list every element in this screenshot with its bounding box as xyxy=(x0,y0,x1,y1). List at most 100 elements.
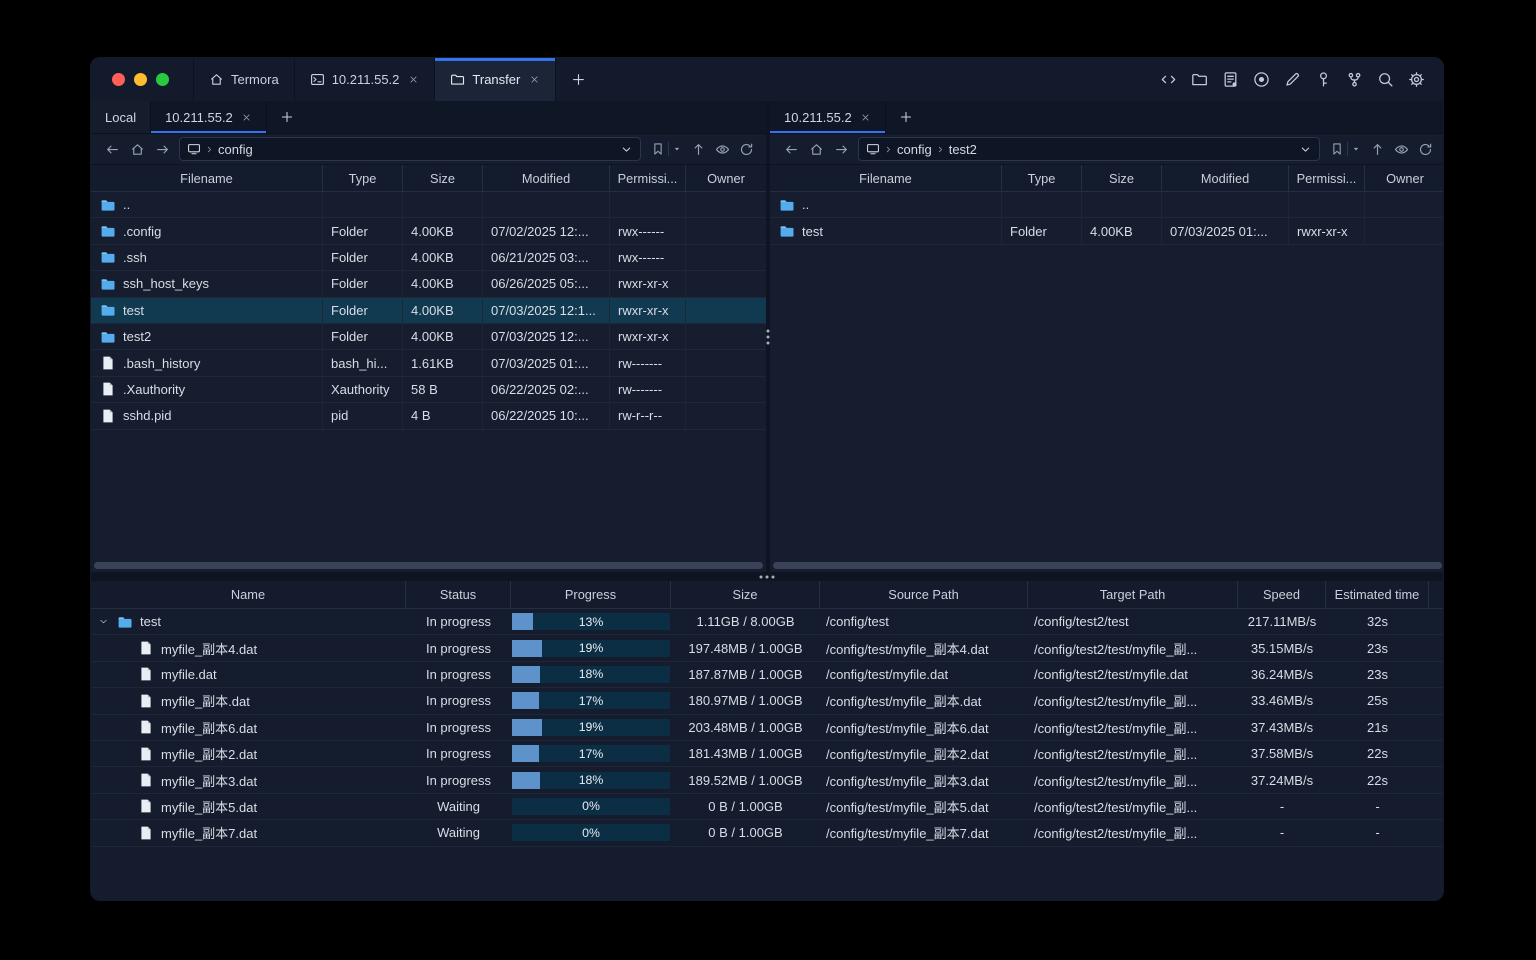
zoom-window-button[interactable] xyxy=(156,73,169,86)
bookmark-button[interactable] xyxy=(1330,142,1361,156)
parent-directory-button[interactable] xyxy=(691,142,706,157)
column-header-estimated-time[interactable]: Estimated time xyxy=(1326,581,1429,608)
caret-down-icon[interactable] xyxy=(672,144,682,154)
file-row-ssh[interactable]: .ssh Folder 4.00KB 06/21/2025 03:... rwx----… xyxy=(91,244,766,272)
document-button[interactable] xyxy=(1221,71,1239,89)
column-header-filename[interactable]: Filename xyxy=(91,165,323,191)
file-row-test[interactable]: test Folder 4.00KB 07/03/2025 01:... rwxr-xr… xyxy=(770,218,1443,245)
file-row-test[interactable]: test Folder 4.00KB 07/03/2025 12:1... rwxr-x… xyxy=(91,297,766,324)
cell-type: Folder xyxy=(323,218,403,244)
column-header-speed[interactable]: Speed xyxy=(1238,581,1326,608)
transfer-row-myfile-dat[interactable]: myfile_副本.dat In progress 17% 180.97MB / 1.… xyxy=(91,688,1443,715)
code-button[interactable] xyxy=(1159,71,1177,89)
cell-owner xyxy=(686,245,766,270)
branch-button[interactable] xyxy=(1345,71,1363,89)
file-row-config[interactable]: .config Folder 4.00KB 07/02/2025 12:... rwx-… xyxy=(91,218,766,245)
file-row-[interactable]: .. xyxy=(770,192,1443,219)
column-header-owner[interactable]: Owner xyxy=(686,165,766,191)
transfer-row-myfile-2-dat[interactable]: myfile_副本2.dat In progress 17% 181.43MB / 1… xyxy=(91,741,1443,768)
horizontal-scrollbar[interactable] xyxy=(94,562,763,569)
minimize-window-button[interactable] xyxy=(134,73,147,86)
home-button[interactable] xyxy=(804,138,829,160)
column-header-size[interactable]: Size xyxy=(671,581,820,608)
column-header-modified[interactable]: Modified xyxy=(483,165,610,191)
caret-down-icon[interactable] xyxy=(1351,144,1361,154)
scrollbar-thumb[interactable] xyxy=(773,562,1442,569)
refresh-button[interactable] xyxy=(739,142,754,157)
file-row-[interactable]: .. xyxy=(91,192,766,219)
column-header-owner[interactable]: Owner xyxy=(1365,165,1443,191)
transfer-row-myfile-6-dat[interactable]: myfile_副本6.dat In progress 19% 203.48MB / 1… xyxy=(91,715,1443,741)
column-header-progress[interactable]: Progress xyxy=(511,581,671,608)
horizontal-scrollbar[interactable] xyxy=(773,562,1442,569)
transfer-splitter[interactable] xyxy=(91,572,1443,581)
forward-button[interactable] xyxy=(150,138,175,160)
column-header-status[interactable]: Status xyxy=(406,581,511,608)
file-row-sshd-pid[interactable]: sshd.pid pid 4 B 06/22/2025 10:... rw-r--r-- xyxy=(91,403,766,430)
folder-button[interactable] xyxy=(1190,71,1208,89)
show-hidden-button[interactable] xyxy=(715,142,730,157)
new-panel-tab-button[interactable] xyxy=(267,101,307,133)
breadcrumb-segment[interactable]: test2 xyxy=(949,142,977,157)
expand-collapse-icon[interactable] xyxy=(97,616,110,627)
titlebar-tab-10-211-55-2[interactable]: 10.211.55.2 xyxy=(295,58,436,101)
show-hidden-button[interactable] xyxy=(1394,142,1409,157)
close-tab-icon[interactable] xyxy=(860,112,871,123)
settings-button[interactable] xyxy=(1407,71,1425,89)
column-header-permissi[interactable]: Permissi... xyxy=(610,165,686,191)
pencil-button[interactable] xyxy=(1283,71,1301,89)
breadcrumb-segment[interactable]: config xyxy=(218,142,253,157)
file-row-xauthority[interactable]: .Xauthority Xauthority 58 B 06/22/2025 02:.… xyxy=(91,376,766,404)
key-button[interactable] xyxy=(1314,71,1332,89)
path-input[interactable]: config test2 xyxy=(858,137,1320,161)
home-button[interactable] xyxy=(125,138,150,160)
forward-button[interactable] xyxy=(829,138,854,160)
column-header-target-path[interactable]: Target Path xyxy=(1028,581,1238,608)
panel-tab-10-211-55-2[interactable]: 10.211.55.2 xyxy=(151,101,267,133)
file-row-ssh-host-keys[interactable]: ssh_host_keys Folder 4.00KB 06/26/2025 05:.… xyxy=(91,271,766,298)
cell-target-path: /config/test2/test/myfile_副... xyxy=(1034,747,1198,763)
parent-directory-button[interactable] xyxy=(1370,142,1385,157)
panel-tab-10-211-55-2[interactable]: 10.211.55.2 xyxy=(770,101,886,133)
path-dropdown-icon[interactable] xyxy=(1299,143,1312,156)
bookmark-button[interactable] xyxy=(651,142,682,156)
close-tab-icon[interactable] xyxy=(408,74,419,85)
file-row-test2[interactable]: test2 Folder 4.00KB 07/03/2025 12:... rwxr-x… xyxy=(91,323,766,351)
column-header-size[interactable]: Size xyxy=(403,165,483,191)
refresh-button[interactable] xyxy=(1418,142,1433,157)
transfer-row-test[interactable]: test In progress 13% 1.11GB / 8.00GB/config… xyxy=(91,609,1443,636)
transfer-row-myfile-3-dat[interactable]: myfile_副本3.dat In progress 18% 189.52MB / 1… xyxy=(91,767,1443,794)
transfer-row-myfile-4-dat[interactable]: myfile_副本4.dat In progress 19% 197.48MB / 1… xyxy=(91,635,1443,662)
file-row-bash-history[interactable]: .bash_history bash_hi... 1.61KB 07/03/2025 … xyxy=(91,350,766,377)
back-button[interactable] xyxy=(100,138,125,160)
column-header-modified[interactable]: Modified xyxy=(1162,165,1289,191)
column-header-permissi[interactable]: Permissi... xyxy=(1289,165,1365,191)
column-header-filename[interactable]: Filename xyxy=(770,165,1002,191)
titlebar: Termora 10.211.55.2 Transfer xyxy=(91,58,1443,101)
breadcrumb-segment[interactable]: config xyxy=(897,142,932,157)
column-header-source-path[interactable]: Source Path xyxy=(820,581,1028,608)
new-tab-button[interactable] xyxy=(556,58,601,101)
titlebar-tab-termora[interactable]: Termora xyxy=(193,58,295,101)
search-button[interactable] xyxy=(1376,71,1394,89)
cell-filler xyxy=(1429,688,1443,713)
transfer-row-myfile-7-dat[interactable]: myfile_副本7.dat Waiting 0% 0 B / 1.00GB/conf… xyxy=(91,820,1443,847)
panel-tab-local[interactable]: Local xyxy=(91,101,152,133)
cell-type: Xauthority xyxy=(323,376,403,403)
scrollbar-thumb[interactable] xyxy=(94,562,763,569)
titlebar-tab-transfer[interactable]: Transfer xyxy=(435,58,557,101)
path-dropdown-icon[interactable] xyxy=(620,143,633,156)
column-header-size[interactable]: Size xyxy=(1082,165,1162,191)
column-header-name[interactable]: Name xyxy=(91,581,406,608)
close-tab-icon[interactable] xyxy=(529,74,540,85)
column-header-type[interactable]: Type xyxy=(323,165,403,191)
transfer-row-myfile-dat[interactable]: myfile.dat In progress 18% 187.87MB / 1.00G… xyxy=(91,662,1443,689)
back-button[interactable] xyxy=(779,138,804,160)
path-input[interactable]: config xyxy=(179,137,641,161)
column-header-type[interactable]: Type xyxy=(1002,165,1082,191)
record-button[interactable] xyxy=(1252,71,1270,89)
transfer-row-myfile-5-dat[interactable]: myfile_副本5.dat Waiting 0% 0 B / 1.00GB/conf… xyxy=(91,794,1443,821)
new-panel-tab-button[interactable] xyxy=(886,101,926,133)
close-tab-icon[interactable] xyxy=(241,112,252,123)
close-window-button[interactable] xyxy=(112,73,125,86)
